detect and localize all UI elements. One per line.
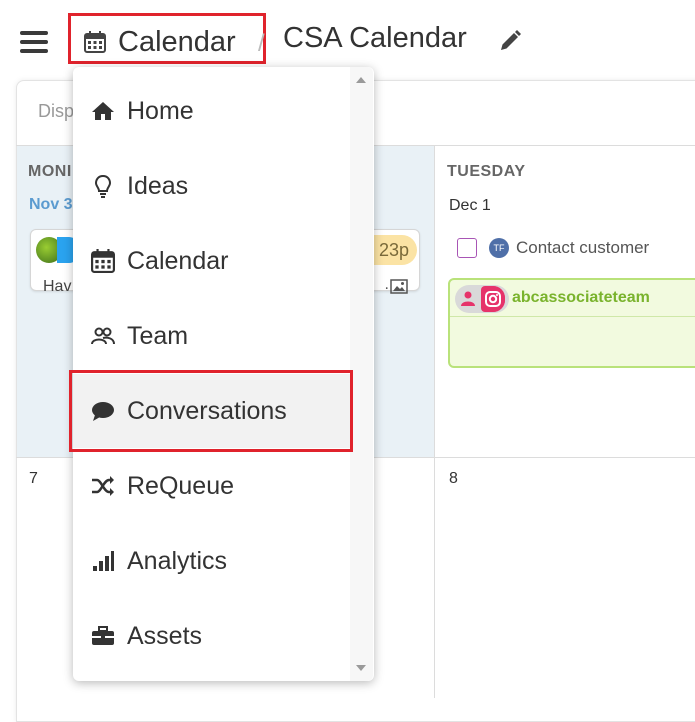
shuffle-icon (92, 476, 114, 496)
menu-item-ideas[interactable]: Ideas (73, 149, 350, 223)
monday-date: Nov 3 (29, 196, 73, 213)
column-divider (434, 146, 435, 698)
page-title: CSA Calendar (283, 22, 467, 54)
week2-monday-date: 7 (29, 470, 38, 487)
breadcrumb-highlight (68, 13, 266, 64)
tuesday-header: TUESDAY (447, 163, 526, 180)
menu-item-requeue[interactable]: ReQueue (73, 449, 350, 523)
scroll-up-arrow-icon[interactable] (356, 77, 366, 83)
post-divider (450, 316, 695, 317)
menu-item-team[interactable]: Team (73, 299, 350, 373)
menu-item-home[interactable]: Home (73, 74, 350, 148)
team-icon (91, 327, 115, 345)
menu-scrollbar[interactable] (350, 67, 373, 681)
pencil-icon[interactable] (498, 29, 522, 53)
user-icon (461, 291, 475, 306)
scroll-down-arrow-icon[interactable] (356, 665, 366, 671)
week2-tuesday-date: 8 (449, 470, 458, 487)
tuesday-date: Dec 1 (449, 197, 491, 214)
home-icon (92, 102, 114, 120)
menu-item-analytics[interactable]: Analytics (73, 524, 350, 598)
calendar-icon (91, 249, 115, 273)
assignee-avatar: TF (489, 238, 509, 258)
hamburger-icon[interactable] (20, 31, 48, 53)
bar-chart-icon (93, 551, 114, 571)
instagram-icon (481, 286, 505, 312)
display-toggle[interactable]: Disp (38, 101, 74, 122)
menu-item-label: Home (127, 96, 194, 125)
task-checkbox[interactable] (457, 238, 477, 258)
menu-item-label: ReQueue (127, 471, 235, 500)
menu-item-label: Team (127, 321, 189, 350)
lightbulb-icon (94, 174, 112, 198)
menu-item-label: Calendar (127, 246, 229, 275)
tuesday-post-card[interactable]: abcassociateteam (448, 278, 695, 368)
task-item[interactable]: TF Contact customer (457, 238, 649, 258)
post-ellipsis: . (384, 276, 389, 293)
monday-header: MONI (28, 163, 72, 180)
account-name: abcassociateteam (512, 289, 650, 306)
menu-item-calendar[interactable]: Calendar (73, 224, 350, 298)
briefcase-icon (92, 626, 114, 645)
menu-item-assets[interactable]: Assets (73, 599, 350, 673)
breadcrumb-separator: / (258, 30, 265, 57)
menu-item-label: Ideas (127, 171, 189, 200)
menu-item-label: Analytics (127, 546, 228, 575)
post-text: Hav (43, 278, 72, 295)
menu-item-label: Assets (127, 621, 203, 650)
conversations-highlight (69, 370, 353, 452)
image-icon (390, 279, 408, 294)
task-label: Contact customer (516, 238, 650, 257)
